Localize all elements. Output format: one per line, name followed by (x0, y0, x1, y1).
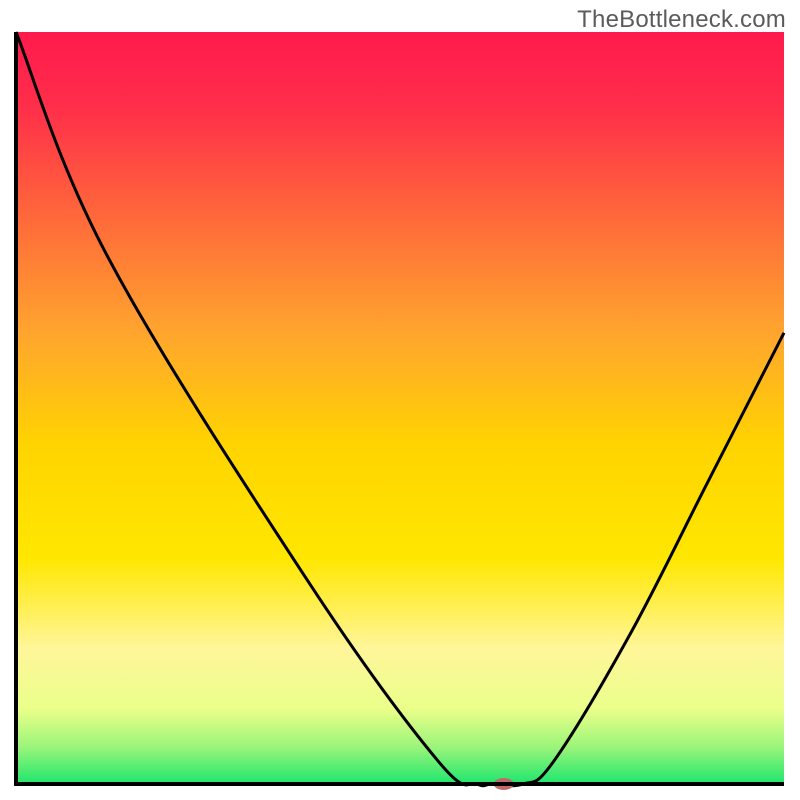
plot-background (16, 32, 784, 784)
chart-container: TheBottleneck.com (0, 0, 800, 800)
watermark-label: TheBottleneck.com (577, 6, 786, 34)
bottleneck-chart (0, 0, 800, 800)
